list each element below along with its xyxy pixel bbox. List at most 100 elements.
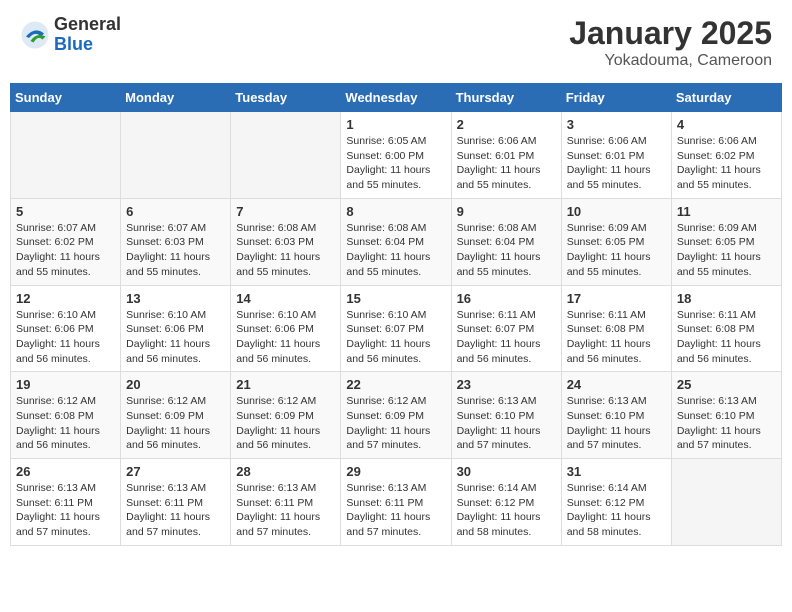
calendar-cell: 18Sunrise: 6:11 AM Sunset: 6:08 PM Dayli…: [671, 285, 781, 372]
day-info: Sunrise: 6:08 AM Sunset: 6:04 PM Dayligh…: [346, 221, 445, 280]
day-number: 17: [567, 291, 666, 306]
calendar-cell: 25 Sunrise: 6:13 AM Sunset: 6:10 PM Dayli…: [671, 372, 781, 459]
day-info: Sunrise: 6:05 AM Sunset: 6:00 PM Dayligh…: [346, 134, 445, 193]
day-info: Sunrise: 6:13 AM Sunset: 6:10 PM Dayligh…: [457, 394, 556, 453]
day-number: 13: [126, 291, 225, 306]
day-number: 25: [677, 377, 776, 392]
day-number: 9: [457, 204, 556, 219]
day-header-monday: Monday: [121, 84, 231, 112]
calendar-title: January 2025: [569, 15, 772, 52]
calendar-cell: [11, 112, 121, 199]
calendar-cell: 5 Sunrise: 6:07 AM Sunset: 6:02 PM Daylig…: [11, 198, 121, 285]
calendar-cell: 13 Sunrise: 6:10 AM Sunset: 6:06 PM Dayli…: [121, 285, 231, 372]
day-info: Sunrise: 6:13 AM Sunset: 6:11 PM Dayligh…: [236, 481, 335, 540]
day-number: 21: [236, 377, 335, 392]
day-info: Sunrise: 6:13 AM Sunset: 6:10 PM Dayligh…: [567, 394, 666, 453]
day-info: Sunrise: 6:10 AM Sunset: 6:06 PM Dayligh…: [126, 308, 225, 367]
calendar-cell: 22 Sunrise: 6:12 AM Sunset: 6:09 PM Dayli…: [341, 372, 451, 459]
days-header-row: SundayMondayTuesdayWednesdayThursdayFrid…: [11, 84, 782, 112]
day-info: Sunrise: 6:06 AM Sunset: 6:02 PM Dayligh…: [677, 134, 776, 193]
day-number: 26: [16, 464, 115, 479]
day-info: Sunrise: 6:10 AM Sunset: 6:07 PM Dayligh…: [346, 308, 445, 367]
day-info: Sunrise: 6:14 AM Sunset: 6:12 PM Dayligh…: [457, 481, 556, 540]
calendar-body: 1 Sunrise: 6:05 AM Sunset: 6:00 PM Daylig…: [11, 112, 782, 546]
page-header: General Blue January 2025 Yokadouma, Cam…: [10, 10, 782, 75]
day-info: Sunrise: 6:07 AM Sunset: 6:02 PM Dayligh…: [16, 221, 115, 280]
day-info: Sunrise: 6:06 AM Sunset: 6:01 PM Dayligh…: [567, 134, 666, 193]
calendar-cell: 9 Sunrise: 6:08 AM Sunset: 6:04 PM Daylig…: [451, 198, 561, 285]
calendar-cell: 3 Sunrise: 6:06 AM Sunset: 6:01 PM Daylig…: [561, 112, 671, 199]
calendar-cell: 12 Sunrise: 6:10 AM Sunset: 6:06 PM Dayli…: [11, 285, 121, 372]
day-info: Sunrise: 6:13 AM Sunset: 6:11 PM Dayligh…: [346, 481, 445, 540]
day-number: 5: [16, 204, 115, 219]
calendar-cell: 28 Sunrise: 6:13 AM Sunset: 6:11 PM Dayli…: [231, 459, 341, 546]
day-number: 3: [567, 117, 666, 132]
calendar-cell: 2Sunrise: 6:06 AM Sunset: 6:01 PM Daylig…: [451, 112, 561, 199]
calendar-cell: 1 Sunrise: 6:05 AM Sunset: 6:00 PM Daylig…: [341, 112, 451, 199]
day-info: Sunrise: 6:11 AM Sunset: 6:08 PM Dayligh…: [677, 308, 776, 367]
day-header-sunday: Sunday: [11, 84, 121, 112]
calendar-cell: 8Sunrise: 6:08 AM Sunset: 6:04 PM Daylig…: [341, 198, 451, 285]
day-number: 28: [236, 464, 335, 479]
week-row-3: 12 Sunrise: 6:10 AM Sunset: 6:06 PM Dayli…: [11, 285, 782, 372]
day-number: 29: [346, 464, 445, 479]
calendar-cell: [671, 459, 781, 546]
day-info: Sunrise: 6:08 AM Sunset: 6:04 PM Dayligh…: [457, 221, 556, 280]
day-info: Sunrise: 6:14 AM Sunset: 6:12 PM Dayligh…: [567, 481, 666, 540]
day-info: Sunrise: 6:10 AM Sunset: 6:06 PM Dayligh…: [16, 308, 115, 367]
calendar-subtitle: Yokadouma, Cameroon: [569, 52, 772, 70]
day-header-thursday: Thursday: [451, 84, 561, 112]
day-number: 11: [677, 204, 776, 219]
logo-blue-text: Blue: [54, 35, 121, 55]
day-info: Sunrise: 6:09 AM Sunset: 6:05 PM Dayligh…: [567, 221, 666, 280]
day-info: Sunrise: 6:12 AM Sunset: 6:09 PM Dayligh…: [236, 394, 335, 453]
calendar-cell: 24 Sunrise: 6:13 AM Sunset: 6:10 PM Dayli…: [561, 372, 671, 459]
week-row-1: 1 Sunrise: 6:05 AM Sunset: 6:00 PM Daylig…: [11, 112, 782, 199]
day-info: Sunrise: 6:11 AM Sunset: 6:08 PM Dayligh…: [567, 308, 666, 367]
calendar-cell: 7 Sunrise: 6:08 AM Sunset: 6:03 PM Daylig…: [231, 198, 341, 285]
calendar-cell: 21 Sunrise: 6:12 AM Sunset: 6:09 PM Dayli…: [231, 372, 341, 459]
day-info: Sunrise: 6:12 AM Sunset: 6:09 PM Dayligh…: [346, 394, 445, 453]
day-number: 30: [457, 464, 556, 479]
day-info: Sunrise: 6:08 AM Sunset: 6:03 PM Dayligh…: [236, 221, 335, 280]
calendar-cell: 27 Sunrise: 6:13 AM Sunset: 6:11 PM Dayli…: [121, 459, 231, 546]
calendar-cell: 19Sunrise: 6:12 AM Sunset: 6:08 PM Dayli…: [11, 372, 121, 459]
calendar-cell: 14Sunrise: 6:10 AM Sunset: 6:06 PM Dayli…: [231, 285, 341, 372]
day-number: 22: [346, 377, 445, 392]
day-info: Sunrise: 6:11 AM Sunset: 6:07 PM Dayligh…: [457, 308, 556, 367]
week-row-5: 26 Sunrise: 6:13 AM Sunset: 6:11 PM Dayli…: [11, 459, 782, 546]
day-number: 19: [16, 377, 115, 392]
logo-general-text: General: [54, 15, 121, 35]
day-header-saturday: Saturday: [671, 84, 781, 112]
day-number: 15: [346, 291, 445, 306]
day-info: Sunrise: 6:13 AM Sunset: 6:11 PM Dayligh…: [126, 481, 225, 540]
calendar-table: SundayMondayTuesdayWednesdayThursdayFrid…: [10, 83, 782, 546]
calendar-cell: 31 Sunrise: 6:14 AM Sunset: 6:12 PM Dayli…: [561, 459, 671, 546]
calendar-cell: [121, 112, 231, 199]
day-info: Sunrise: 6:12 AM Sunset: 6:09 PM Dayligh…: [126, 394, 225, 453]
day-number: 7: [236, 204, 335, 219]
day-info: Sunrise: 6:13 AM Sunset: 6:10 PM Dayligh…: [677, 394, 776, 453]
calendar-cell: 10Sunrise: 6:09 AM Sunset: 6:05 PM Dayli…: [561, 198, 671, 285]
day-number: 12: [16, 291, 115, 306]
day-number: 16: [457, 291, 556, 306]
calendar-cell: 4 Sunrise: 6:06 AM Sunset: 6:02 PM Daylig…: [671, 112, 781, 199]
day-number: 4: [677, 117, 776, 132]
day-number: 20: [126, 377, 225, 392]
calendar-cell: 29 Sunrise: 6:13 AM Sunset: 6:11 PM Dayli…: [341, 459, 451, 546]
day-number: 31: [567, 464, 666, 479]
calendar-cell: 17 Sunrise: 6:11 AM Sunset: 6:08 PM Dayli…: [561, 285, 671, 372]
calendar-cell: 15 Sunrise: 6:10 AM Sunset: 6:07 PM Dayli…: [341, 285, 451, 372]
day-header-wednesday: Wednesday: [341, 84, 451, 112]
calendar-cell: 26Sunrise: 6:13 AM Sunset: 6:11 PM Dayli…: [11, 459, 121, 546]
day-number: 23: [457, 377, 556, 392]
day-number: 27: [126, 464, 225, 479]
day-number: 24: [567, 377, 666, 392]
week-row-2: 5 Sunrise: 6:07 AM Sunset: 6:02 PM Daylig…: [11, 198, 782, 285]
calendar-cell: 6Sunrise: 6:07 AM Sunset: 6:03 PM Daylig…: [121, 198, 231, 285]
calendar-cell: [231, 112, 341, 199]
day-number: 1: [346, 117, 445, 132]
calendar-cell: 16 Sunrise: 6:11 AM Sunset: 6:07 PM Dayli…: [451, 285, 561, 372]
day-number: 2: [457, 117, 556, 132]
calendar-cell: 30 Sunrise: 6:14 AM Sunset: 6:12 PM Dayli…: [451, 459, 561, 546]
